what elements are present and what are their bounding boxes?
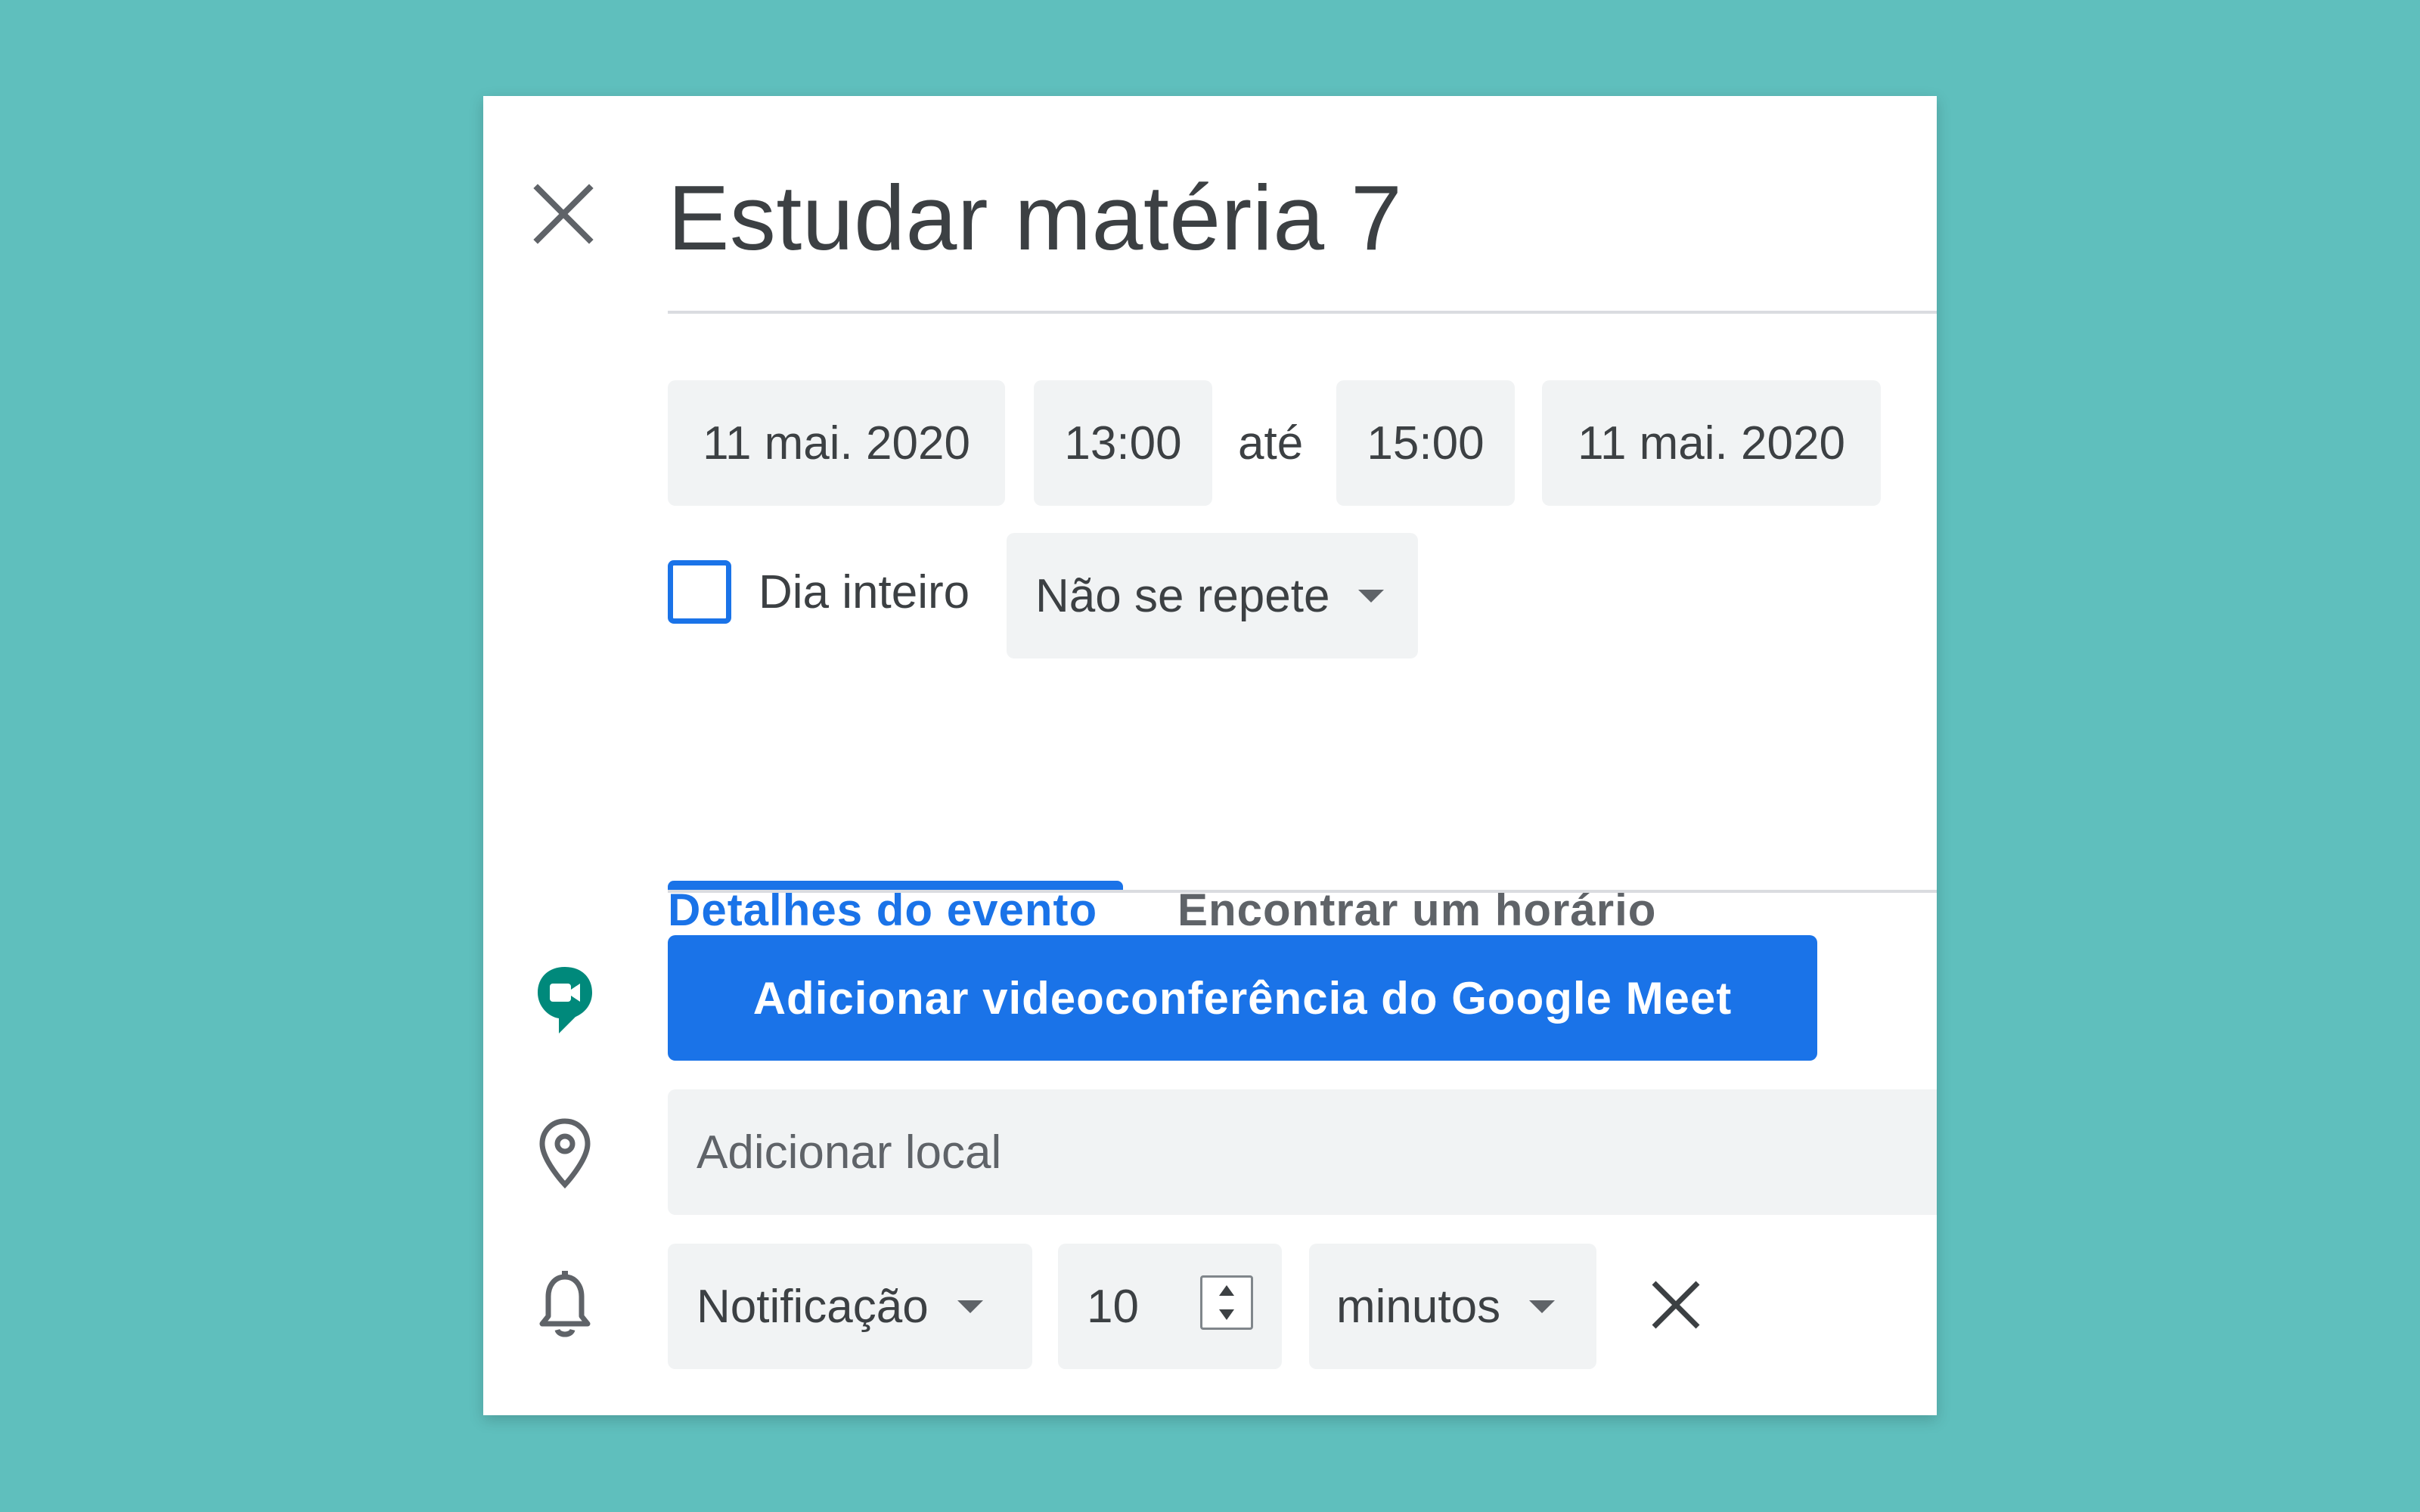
repeat-select[interactable]: Não se repete bbox=[1007, 533, 1418, 658]
chevron-down-icon bbox=[1529, 1300, 1556, 1313]
google-meet-icon-svg bbox=[538, 967, 592, 1033]
repeat-select-value: Não se repete bbox=[1035, 569, 1330, 622]
notification-type-value: Notificação bbox=[697, 1280, 929, 1333]
tabs-divider bbox=[668, 890, 1937, 893]
end-time-chip[interactable]: 15:00 bbox=[1336, 380, 1515, 506]
notification-stepper[interactable] bbox=[1200, 1275, 1253, 1330]
close-icon[interactable] bbox=[532, 182, 595, 246]
bell-icon-svg bbox=[539, 1271, 591, 1337]
map-pin-icon-svg bbox=[539, 1118, 591, 1189]
map-pin-icon bbox=[533, 1115, 597, 1191]
add-google-meet-button[interactable]: Adicionar videoconferência do Google Mee… bbox=[668, 935, 1817, 1061]
event-editor-card: Estudar matéria 7 11 mai. 2020 13:00 até… bbox=[483, 96, 1937, 1415]
google-meet-icon bbox=[533, 962, 597, 1038]
notification-unit-value: minutos bbox=[1336, 1280, 1501, 1333]
stepper-arrows-icon bbox=[1219, 1285, 1234, 1320]
chevron-down-icon bbox=[1358, 589, 1385, 603]
title-underline bbox=[668, 311, 1937, 314]
bell-icon bbox=[533, 1266, 597, 1342]
start-date-chip[interactable]: 11 mai. 2020 bbox=[668, 380, 1005, 506]
until-label: até bbox=[1238, 417, 1304, 469]
all-day-label: Dia inteiro bbox=[759, 565, 970, 618]
notification-value: 10 bbox=[1087, 1280, 1139, 1333]
notification-type-select[interactable]: Notificação bbox=[668, 1244, 1032, 1369]
event-title[interactable]: Estudar matéria 7 bbox=[668, 172, 1402, 264]
close-icon bbox=[1652, 1281, 1700, 1329]
end-date-chip[interactable]: 11 mai. 2020 bbox=[1542, 380, 1881, 506]
close-icon-svg bbox=[533, 184, 594, 244]
remove-notification-close-icon[interactable] bbox=[1648, 1277, 1704, 1333]
chevron-down-icon bbox=[957, 1300, 983, 1313]
start-time-chip[interactable]: 13:00 bbox=[1034, 380, 1212, 506]
notification-unit-select[interactable]: minutos bbox=[1309, 1244, 1596, 1369]
location-input[interactable] bbox=[668, 1089, 1937, 1215]
all-day-checkbox[interactable] bbox=[668, 560, 731, 624]
